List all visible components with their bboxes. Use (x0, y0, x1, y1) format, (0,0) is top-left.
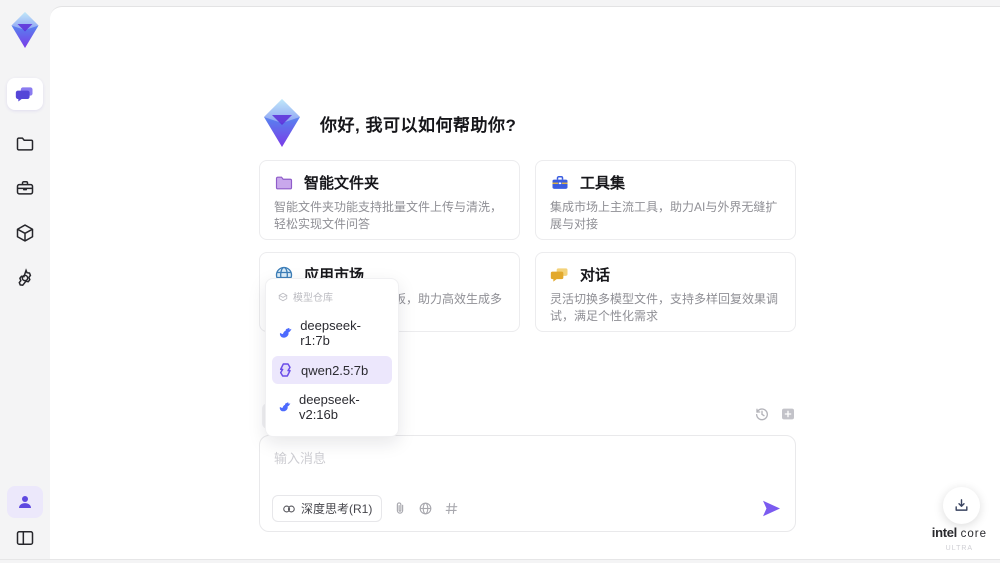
model-option-label: deepseek-r1:7b (300, 318, 361, 348)
sidebar-item-folders[interactable] (7, 128, 43, 160)
app-logo-icon (11, 12, 39, 48)
sidebar-item-chat[interactable] (7, 78, 43, 110)
gear-icon (18, 268, 32, 287)
card-dialog[interactable]: 对话 灵活切换多模型文件，支持多样回复效果调试，满足个性化需求 (535, 252, 796, 332)
composer: 深度思考(R1) (259, 435, 796, 532)
sidebar-item-toolbox[interactable] (7, 172, 43, 204)
card-toolset[interactable]: 工具集 集成市场上主流工具，助力AI与外界无缝扩展与对接 (535, 160, 796, 240)
card-description: 集成市场上主流工具，助力AI与外界无缝扩展与对接 (550, 200, 778, 231)
smart-folder-icon (275, 176, 293, 189)
card-description: 灵活切换多模型文件，支持多样回复效果调试，满足个性化需求 (550, 292, 779, 323)
card-title: 工具集 (580, 175, 626, 192)
chat-bubble-icon (15, 87, 33, 102)
model-option-qwen[interactable]: qwen2.5:7b (272, 356, 392, 384)
card-smart-folder[interactable]: 智能文件夹 智能文件夹功能支持批量文件上传与清洗，轻松实现文件问答 (259, 160, 520, 240)
deep-think-icon (283, 505, 295, 512)
card-description: 智能文件夹功能支持批量文件上传与清洗，轻松实现文件问答 (274, 200, 503, 231)
deepseek-icon (279, 402, 291, 412)
globe-icon[interactable] (418, 501, 433, 516)
new-chat-icon[interactable] (780, 406, 796, 422)
download-icon (955, 499, 968, 511)
window-bottom-divider (0, 559, 1000, 560)
send-button[interactable] (762, 500, 781, 517)
model-dropdown-header: 模型仓库 (272, 287, 392, 310)
grid-icon[interactable] (444, 501, 459, 516)
greeting-title: 你好, 我可以如何帮助你? (320, 115, 517, 135)
toolset-icon (552, 175, 568, 189)
model-option-deepseek-v2[interactable]: deepseek-v2:16b (272, 386, 392, 428)
attachment-icon[interactable] (393, 501, 407, 516)
sidebar-item-collapse[interactable] (7, 522, 43, 554)
deepseek-icon (279, 328, 292, 338)
user-icon (19, 496, 31, 508)
sidebar-item-models[interactable] (7, 217, 43, 249)
model-dropdown: 模型仓库 deepseek-r1:7b qwen2.5:7b deepseek-… (265, 278, 399, 437)
repository-icon (278, 292, 288, 301)
folder-icon (16, 137, 34, 151)
panel-icon (16, 531, 34, 545)
deep-think-toggle[interactable]: 深度思考(R1) (272, 495, 383, 522)
sidebar-item-account[interactable] (7, 486, 43, 518)
cube-icon (16, 224, 34, 242)
app-logo-icon (264, 99, 300, 147)
main-panel: 你好, 我可以如何帮助你? 智能文件夹 智能文件夹功能支持批量文件上传与清洗，轻… (50, 6, 1000, 559)
model-option-deepseek-r1[interactable]: deepseek-r1:7b (272, 312, 392, 354)
greeting: 你好, 我可以如何帮助你? (258, 97, 516, 149)
message-input[interactable] (260, 436, 795, 488)
dialog-icon (550, 267, 568, 282)
sidebar (0, 0, 50, 563)
model-option-label: qwen2.5:7b (301, 362, 369, 378)
qwen-icon (279, 363, 291, 377)
download-button[interactable] (943, 487, 980, 524)
model-option-label: deepseek-v2:16b (298, 392, 360, 422)
card-title: 智能文件夹 (304, 175, 380, 192)
history-icon[interactable] (754, 406, 770, 422)
briefcase-icon (16, 181, 34, 195)
composer-toolbar: 深度思考(R1) (272, 495, 781, 522)
card-title: 对话 (580, 267, 611, 284)
intel-core-logo: intel core ULTRA (931, 525, 987, 552)
sidebar-item-settings[interactable] (7, 262, 43, 294)
